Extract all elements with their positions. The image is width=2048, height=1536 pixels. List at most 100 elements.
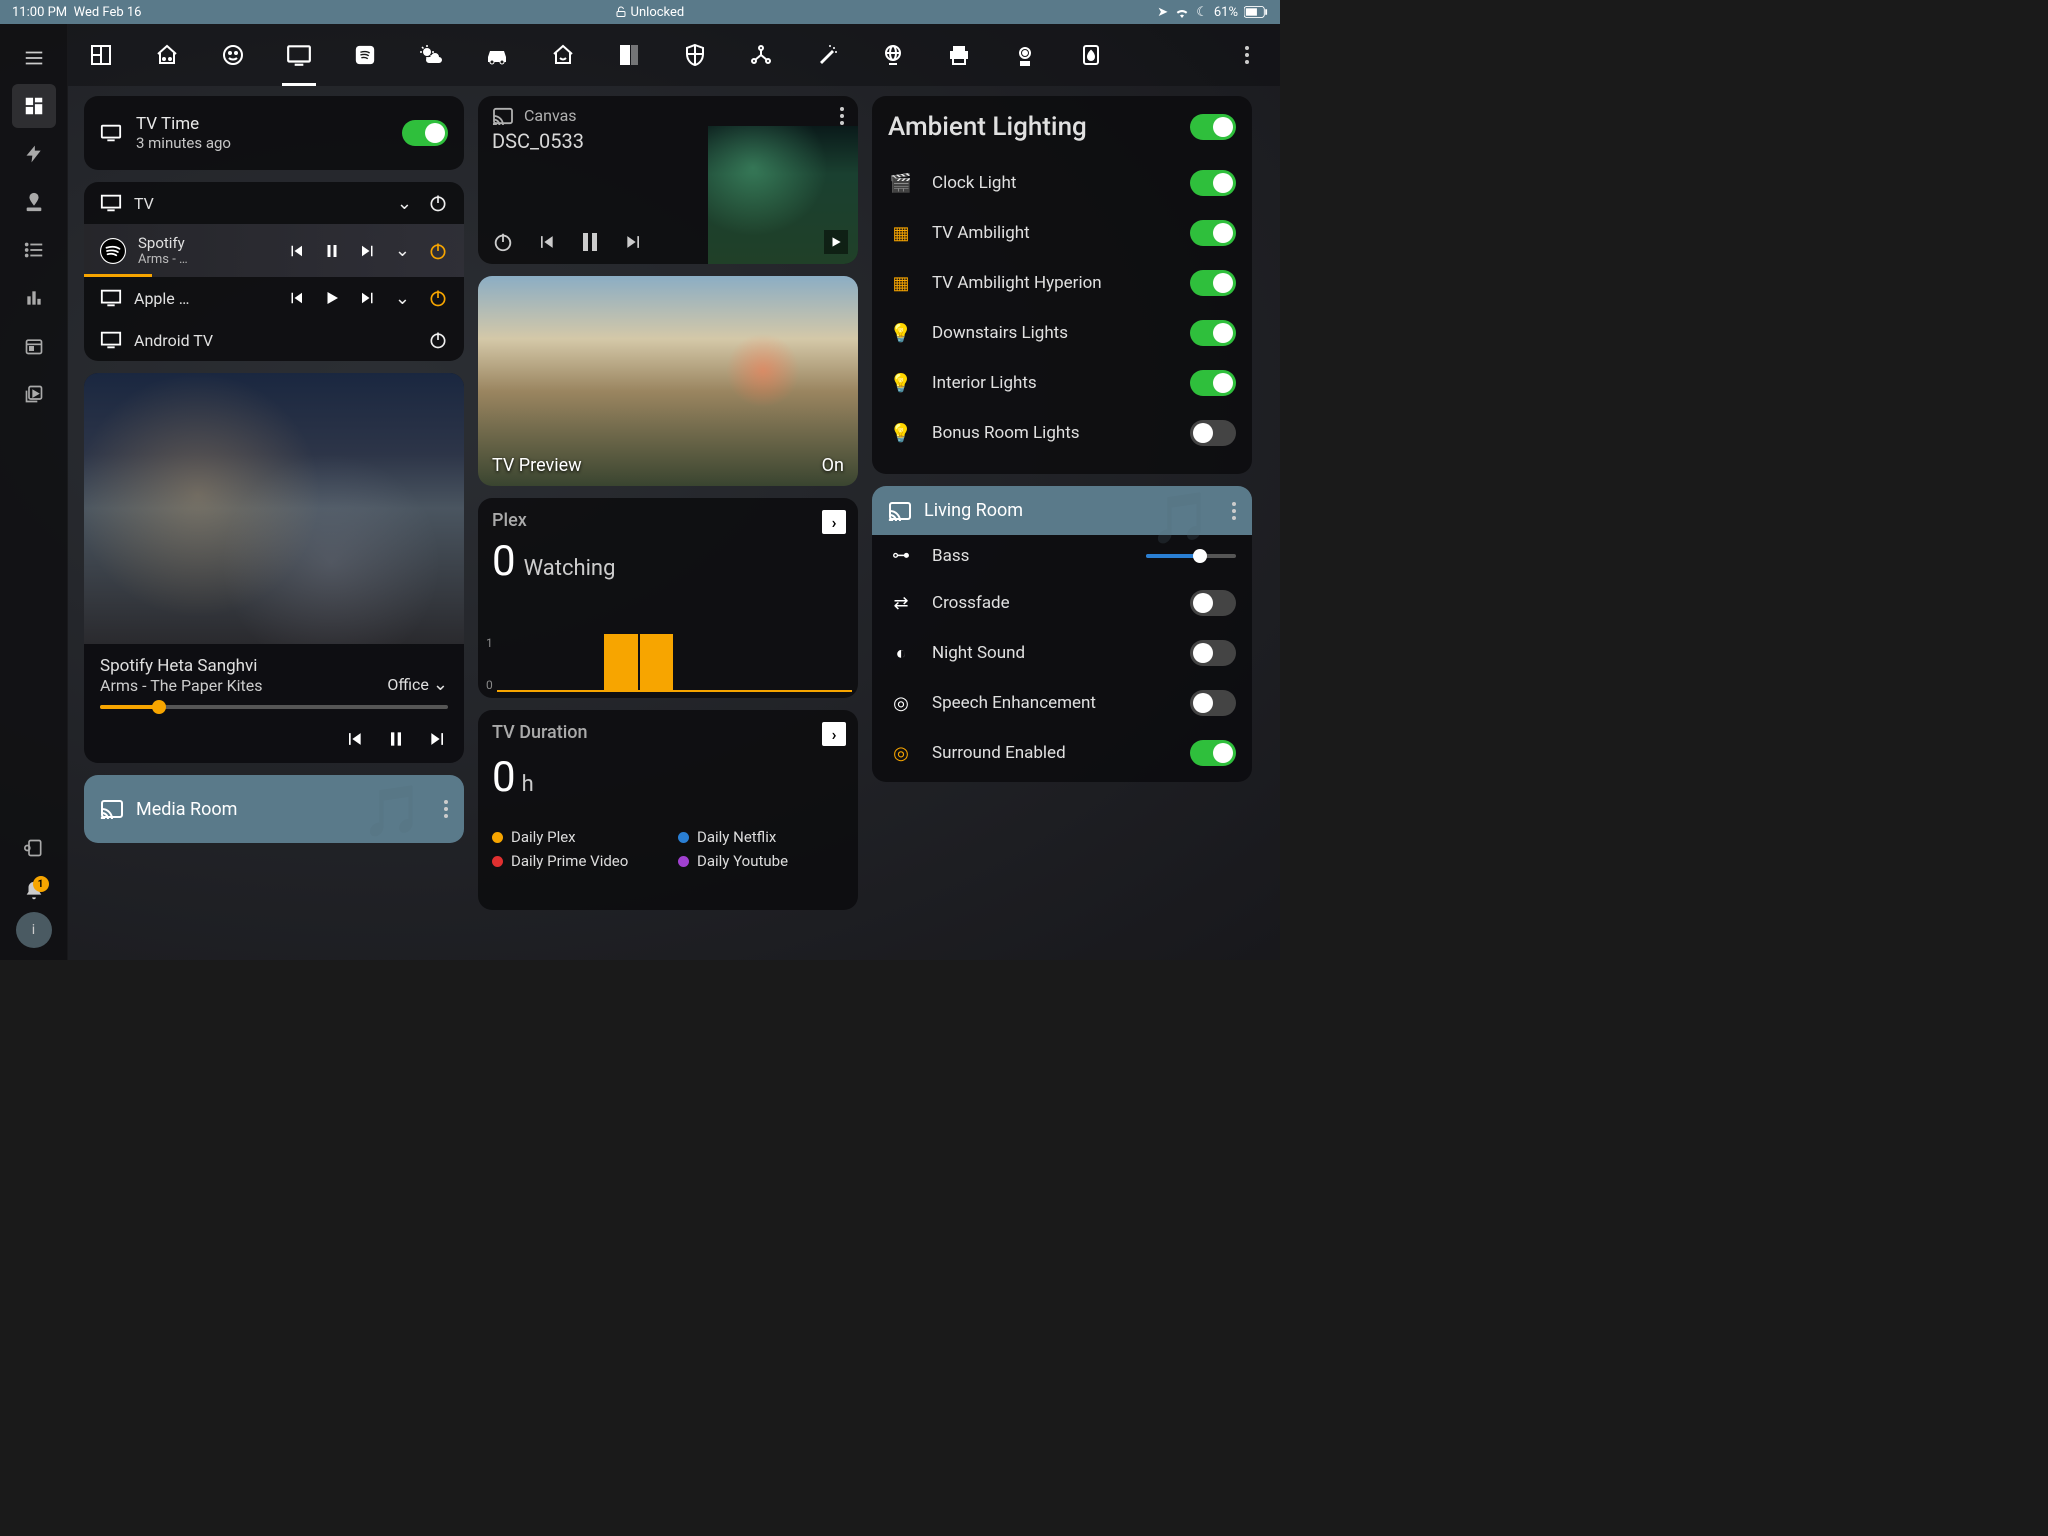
tab-network[interactable]: [746, 35, 776, 75]
plex-card[interactable]: Plex › 0 Watching 10: [478, 498, 858, 698]
ambient-row-toggle[interactable]: [1190, 270, 1236, 296]
livingroom-row-toggle[interactable]: [1190, 740, 1236, 766]
overflow-menu[interactable]: [1232, 502, 1236, 520]
play-icon[interactable]: [824, 230, 848, 254]
expand-icon[interactable]: ›: [822, 722, 846, 746]
ambient-row-label: Bonus Room Lights: [932, 423, 1172, 443]
tab-spotify[interactable]: [350, 35, 380, 75]
tab-home2[interactable]: [548, 35, 578, 75]
power-icon[interactable]: [428, 330, 448, 350]
chevron-down-icon[interactable]: [395, 288, 410, 309]
prev-icon[interactable]: [536, 232, 556, 252]
chevron-down-icon[interactable]: [397, 193, 412, 214]
tvtime-card[interactable]: TV Time 3 minutes ago: [84, 96, 464, 170]
ambient-master-toggle[interactable]: [1190, 114, 1236, 140]
livingroom-row[interactable]: ◎Surround Enabled: [888, 728, 1236, 778]
pause-icon[interactable]: [578, 230, 602, 254]
ambient-row[interactable]: 💡Interior Lights: [888, 358, 1236, 408]
tab-bar: [68, 24, 1280, 86]
sidebar-calendar[interactable]: [12, 324, 56, 368]
media-row-appletv[interactable]: Apple …: [84, 277, 464, 319]
tab-weather[interactable]: [416, 35, 446, 75]
chevron-down-icon[interactable]: [395, 240, 410, 261]
tab-printer[interactable]: [944, 35, 974, 75]
plex-chart: 10: [478, 622, 852, 692]
power-icon[interactable]: [492, 231, 514, 253]
pause-icon[interactable]: [323, 242, 341, 260]
tab-face[interactable]: [218, 35, 248, 75]
tv-preview-card[interactable]: TV Preview On: [478, 276, 858, 486]
livingroom-row[interactable]: ⇄Crossfade: [888, 578, 1236, 628]
bass-slider[interactable]: [1146, 554, 1236, 558]
next-icon[interactable]: [428, 729, 448, 749]
livingroom-row-toggle[interactable]: [1190, 640, 1236, 666]
plex-title: Plex: [492, 510, 844, 531]
power-icon[interactable]: [428, 288, 448, 308]
ambient-row-toggle[interactable]: [1190, 420, 1236, 446]
overflow-menu[interactable]: [1232, 35, 1262, 75]
media-row-androidtv[interactable]: Android TV: [84, 319, 464, 361]
canvas-card[interactable]: Canvas DSC_0533: [478, 96, 858, 264]
notifications-button[interactable]: 1: [23, 880, 45, 902]
next-icon[interactable]: [359, 289, 377, 307]
tab-water[interactable]: [1076, 35, 1106, 75]
next-icon[interactable]: [359, 242, 377, 260]
tab-door[interactable]: [614, 35, 644, 75]
ambient-row[interactable]: 💡Downstairs Lights: [888, 308, 1236, 358]
progress-slider[interactable]: [100, 705, 448, 709]
media-row-spotify[interactable]: Spotify Arms - …: [84, 224, 464, 277]
ambient-row[interactable]: ▦TV Ambilight: [888, 208, 1236, 258]
play-icon[interactable]: [323, 289, 341, 307]
living-room-header[interactable]: Living Room 🎵: [872, 486, 1252, 535]
livingroom-row[interactable]: ◐Night Sound: [888, 628, 1236, 678]
tv-duration-card[interactable]: TV Duration › 0 h Daily PlexDaily Netfli…: [478, 710, 858, 910]
prev-icon[interactable]: [287, 242, 305, 260]
tab-tv[interactable]: [284, 35, 314, 75]
next-icon[interactable]: [624, 232, 644, 252]
source-selector[interactable]: Office: [387, 674, 448, 695]
tab-car[interactable]: [482, 35, 512, 75]
sidebar-energy[interactable]: [12, 132, 56, 176]
tvtime-toggle[interactable]: [402, 120, 448, 146]
sidebar-map[interactable]: [12, 180, 56, 224]
overflow-menu[interactable]: [840, 107, 844, 125]
prev-icon[interactable]: [287, 289, 305, 307]
sidebar-history[interactable]: [12, 276, 56, 320]
tab-camera[interactable]: [1010, 35, 1040, 75]
prev-icon[interactable]: [344, 729, 364, 749]
livingroom-row[interactable]: ◎Speech Enhancement: [888, 678, 1236, 728]
livingroom-row-toggle[interactable]: [1190, 590, 1236, 616]
pause-icon[interactable]: [386, 729, 406, 749]
sidebar-logbook[interactable]: [12, 228, 56, 272]
tab-globe[interactable]: [878, 35, 908, 75]
ambient-row[interactable]: 🎬Clock Light: [888, 158, 1236, 208]
ambient-row-toggle[interactable]: [1190, 320, 1236, 346]
livingroom-row-toggle[interactable]: [1190, 690, 1236, 716]
ambient-row-toggle[interactable]: [1190, 370, 1236, 396]
sidebar-media[interactable]: [12, 372, 56, 416]
overflow-menu[interactable]: [444, 800, 448, 818]
expand-icon[interactable]: ›: [822, 510, 846, 534]
tab-shield[interactable]: [680, 35, 710, 75]
sidebar-dashboard[interactable]: [12, 84, 56, 128]
tab-home[interactable]: [152, 35, 182, 75]
now-playing-title: Spotify Heta Sanghvi: [100, 656, 373, 676]
menu-button[interactable]: [12, 36, 56, 80]
ambient-row[interactable]: 💡Bonus Room Lights: [888, 408, 1236, 458]
ambient-row[interactable]: ▦TV Ambilight Hyperion: [888, 258, 1236, 308]
ambient-row-toggle[interactable]: [1190, 170, 1236, 196]
power-icon[interactable]: [428, 241, 448, 261]
canvas-name: Canvas: [524, 106, 577, 125]
sidebar-devtools[interactable]: [12, 826, 56, 870]
media-room-card[interactable]: Media Room 🎵: [84, 775, 464, 843]
ambient-row-toggle[interactable]: [1190, 220, 1236, 246]
media-row-tv[interactable]: TV: [84, 182, 464, 224]
unlock-icon: [615, 6, 627, 18]
ambient-row-label: Clock Light: [932, 173, 1172, 193]
tv-icon: [100, 329, 122, 351]
now-playing-card[interactable]: Spotify Heta Sanghvi Arms - The Paper Ki…: [84, 373, 464, 763]
tab-floorplan[interactable]: [86, 35, 116, 75]
power-icon[interactable]: [428, 193, 448, 213]
user-avatar[interactable]: i: [16, 912, 52, 948]
tab-magic[interactable]: [812, 35, 842, 75]
